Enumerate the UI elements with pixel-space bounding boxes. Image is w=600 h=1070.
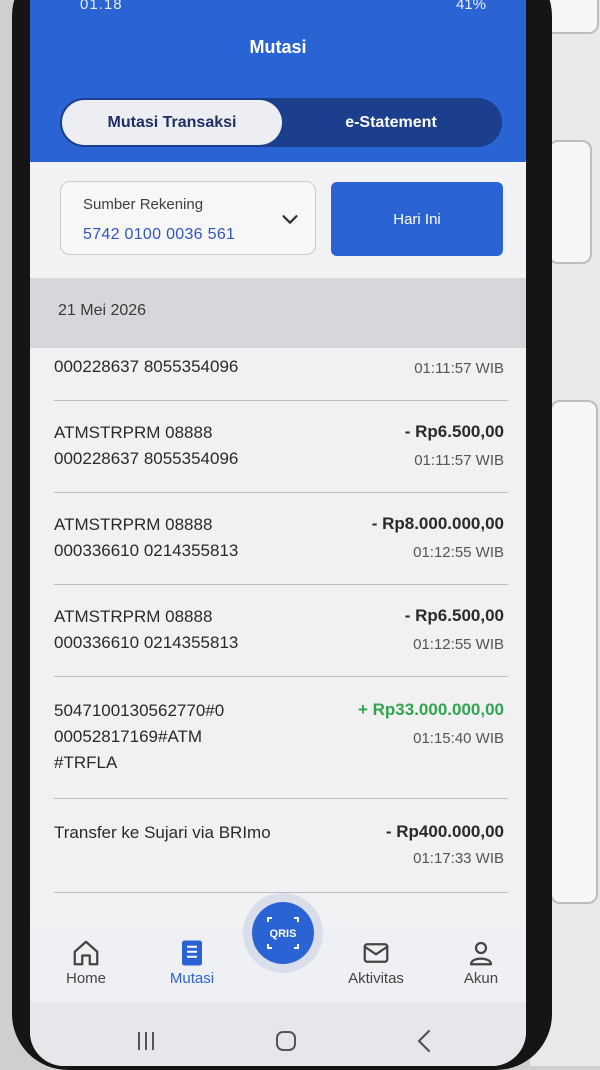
transaction-row[interactable]: ATMSTRPRM 08888 000228637 8055354096 - R… [54,400,508,493]
transaction-time: 01:15:40 WIB [413,730,504,747]
transaction-amount: - Rp6.500,00 [404,422,504,441]
system-nav-bar [30,1002,526,1066]
transaction-time: 01:12:55 WIB [413,636,504,653]
tab-switcher: Mutasi Transaksi e-Statement [60,98,502,147]
transaction-list: 000228637 8055354096 01:11:57 WIB ATMSTR… [30,348,526,908]
transaction-description: Transfer ke Sujari via BRImo [54,820,271,846]
transaction-desc-line: Transfer ke Sujari via BRImo [54,823,271,842]
back-icon[interactable] [414,1028,434,1054]
envelope-icon [363,943,389,963]
nav-aktivitas[interactable]: Aktivitas [331,938,421,987]
nav-label: Home [65,970,106,987]
person-icon [469,941,493,966]
nav-akun[interactable]: Akun [436,938,526,987]
transaction-row[interactable]: ATMSTRPRM 08888 000336610 0214355813 - R… [54,584,508,677]
transaction-desc-line: 00052817169#ATM [54,727,203,746]
transaction-desc-line: ATMSTRPRM 08888 [54,515,213,534]
qris-button[interactable]: QRIS [252,902,314,964]
transaction-desc-line: ATMSTRPRM 08888 [54,423,213,442]
app-screen: 01.18 41% Mutasi Mutasi Transaksi e-Stat… [30,0,526,1066]
status-time: 01.18 [80,0,123,13]
account-select[interactable]: Sumber Rekening 5742 0100 0036 561 [60,181,316,255]
transaction-row[interactable]: ATMSTRPRM 08888 000336610 0214355813 - R… [54,492,508,585]
transaction-desc-line: 000336610 0214355813 [54,633,239,652]
nav-home[interactable]: Home [41,938,131,987]
home-icon [73,940,99,966]
status-battery: 41% [455,0,486,13]
transaction-amount: - Rp8.000.000,00 [371,514,504,533]
chevron-down-icon [282,215,298,224]
date-header: 21 Mei 2026 [30,278,526,348]
document-list-icon [182,940,202,966]
transaction-time: 01:12:55 WIB [413,544,504,561]
transaction-desc-line: #TRFLA [54,753,118,772]
nav-label: Mutasi [169,970,215,987]
transaction-desc-line: 000336610 0214355813 [54,541,239,560]
transaction-row[interactable]: 5047100130562770#0 00052817169#ATM #TRFL… [54,676,508,799]
account-number: 5742 0100 0036 561 [83,226,236,243]
page-title: Mutasi [249,37,307,57]
app-header: 01.18 41% Mutasi Mutasi Transaksi e-Stat… [30,0,526,162]
account-label: Sumber Rekening [83,196,204,213]
transaction-desc-line: 5047100130562770#0 [54,701,225,720]
transaction-description: ATMSTRPRM 08888 000336610 0214355813 [54,604,238,656]
date-label: 21 Mei 2026 [58,302,147,319]
transaction-desc-line: ATMSTRPRM 08888 [54,607,213,626]
transaction-desc-line: 000228637 8055354096 [54,449,239,468]
nav-mutasi[interactable]: Mutasi [147,938,237,987]
nav-label: Akun [463,970,499,987]
transaction-row[interactable]: Transfer ke Sujari via BRImo - Rp400.000… [54,798,508,893]
tab-mutasi-transaksi[interactable]: Mutasi Transaksi [62,100,282,145]
home-button-icon[interactable] [274,1029,298,1053]
transaction-time: 01:11:57 WIB [414,452,504,469]
transaction-description: ATMSTRPRM 08888 000228637 8055354096 [54,420,238,472]
tab-e-statement[interactable]: e-Statement [286,100,496,145]
transaction-time: 01:11:57 WIB [414,360,504,377]
keyboard-key [545,0,599,34]
period-button[interactable]: Hari Ini [331,182,503,256]
keyboard-key [548,140,592,264]
transaction-time: 01:17:33 WIB [413,850,504,867]
keyboard-key [550,400,598,904]
transaction-amount: - Rp6.500,00 [404,606,504,625]
transaction-amount: + Rp33.000.000,00 [357,700,504,719]
recent-apps-icon[interactable] [134,1030,158,1052]
transaction-desc-line: 000228637 8055354096 [54,357,239,376]
qris-label: QRIS [270,928,297,940]
transaction-amount: - Rp400.000,00 [385,822,504,841]
transaction-description: 5047100130562770#0 00052817169#ATM #TRFL… [54,698,224,776]
transaction-row[interactable]: 000228637 8055354096 01:11:57 WIB [54,348,508,401]
qris-icon: QRIS [267,917,299,949]
transaction-description: ATMSTRPRM 08888 000336610 0214355813 [54,512,238,564]
transaction-description: 000228637 8055354096 [54,354,238,380]
nav-label: Aktivitas [348,970,404,987]
